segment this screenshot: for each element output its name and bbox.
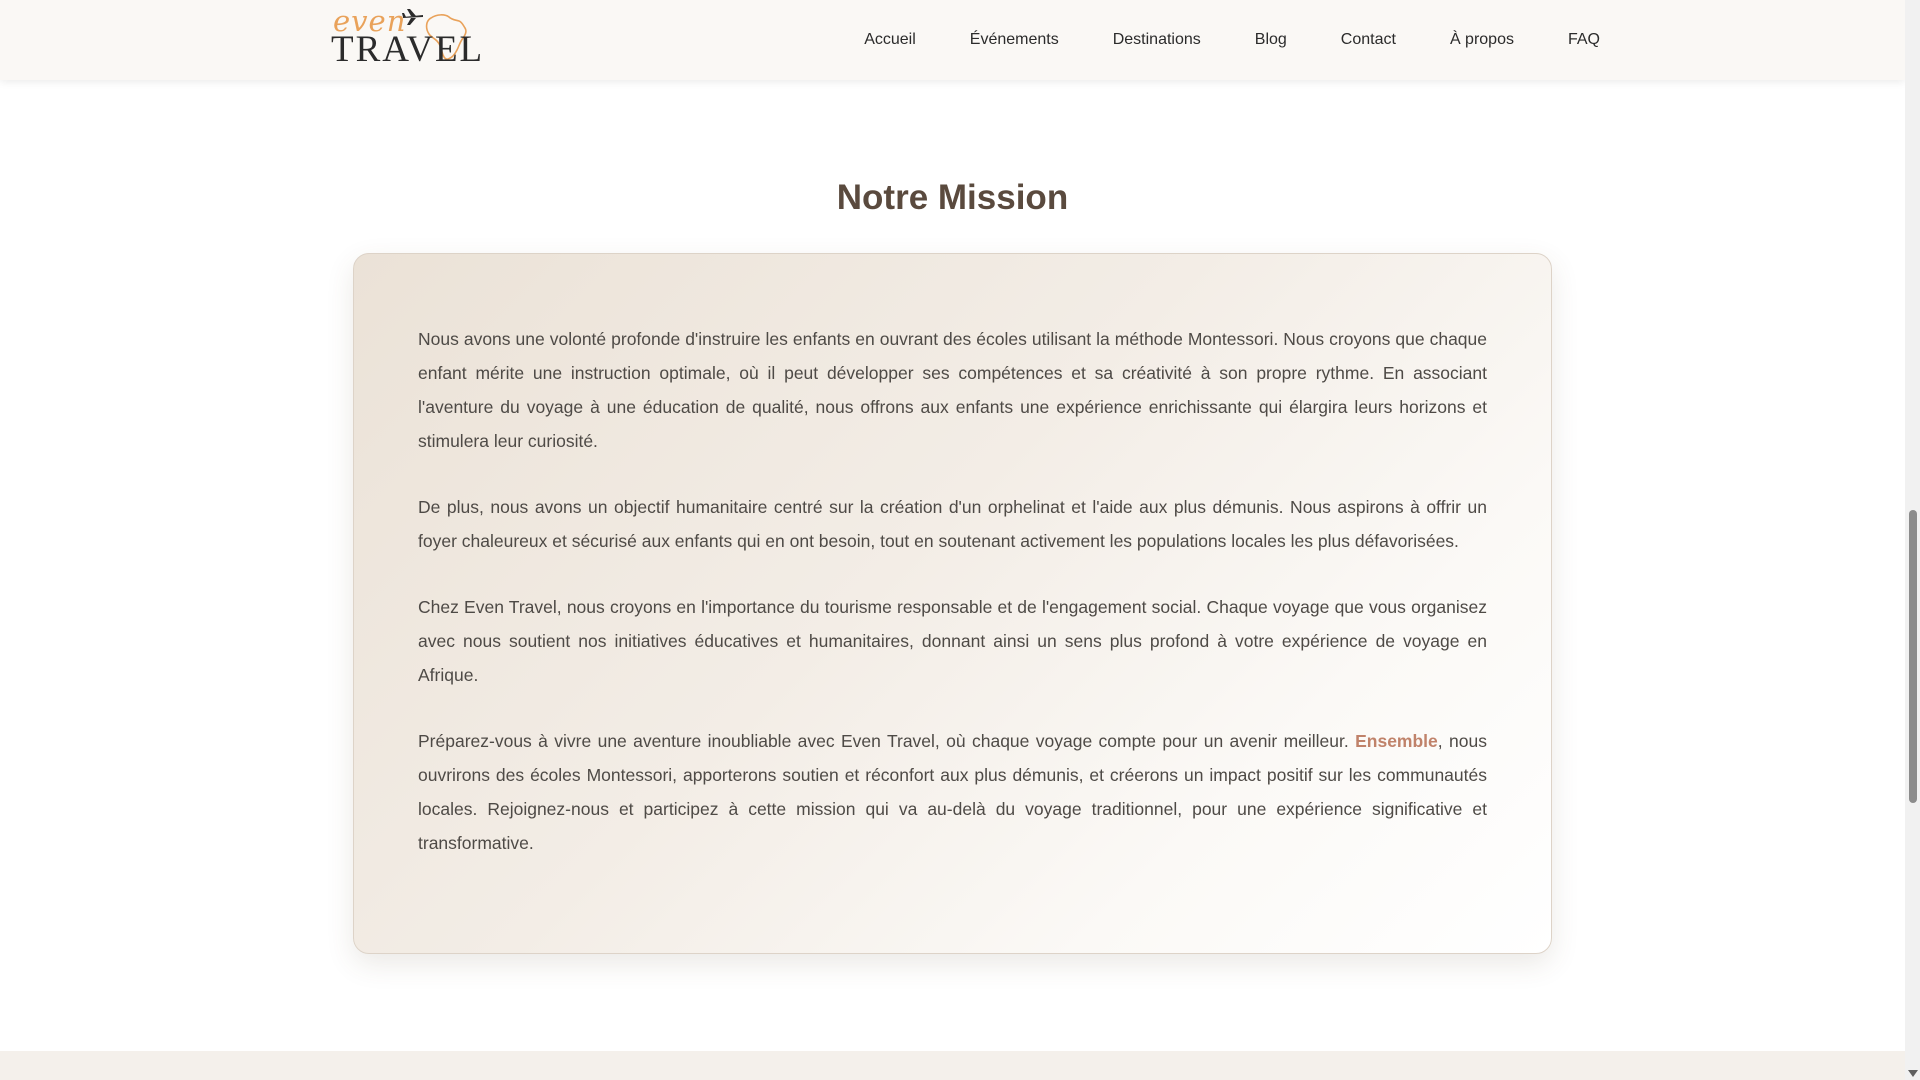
page: even TRAVEL Accueil Événements Destinati… bbox=[0, 0, 1905, 1080]
scrollbar-thumb[interactable] bbox=[1909, 510, 1917, 803]
mission-title: Notre Mission bbox=[836, 178, 1069, 217]
site-header: even TRAVEL Accueil Événements Destinati… bbox=[0, 0, 1905, 80]
mission-paragraph-4-start: Préparez-vous à vivre une aventure inoub… bbox=[418, 731, 1356, 751]
nav-item-evenements[interactable]: Événements bbox=[970, 31, 1059, 49]
logo[interactable]: even TRAVEL bbox=[330, 4, 482, 70]
nav-item-faq[interactable]: FAQ bbox=[1568, 31, 1600, 49]
nav-item-accueil[interactable]: Accueil bbox=[864, 31, 916, 49]
scroll-down-arrow-icon[interactable] bbox=[1908, 1070, 1918, 1077]
mission-paragraph-2: De plus, nous avons un objectif humanita… bbox=[418, 497, 1487, 551]
mission-paragraph-1: Nous avons une volonté profonde d'instru… bbox=[418, 329, 1487, 451]
logo-word-travel: TRAVEL bbox=[331, 29, 485, 70]
next-section-band bbox=[0, 1051, 1905, 1080]
nav-item-blog[interactable]: Blog bbox=[1255, 31, 1287, 49]
nav-item-contact[interactable]: Contact bbox=[1341, 31, 1396, 49]
mission-paragraph-4: Préparez-vous à vivre une aventure inoub… bbox=[418, 724, 1487, 860]
page-scrollbar[interactable] bbox=[1905, 0, 1920, 1080]
plane-icon bbox=[402, 9, 423, 25]
highlight-ensemble: Ensemble bbox=[1355, 731, 1438, 751]
nav-item-a-propos[interactable]: À propos bbox=[1450, 31, 1514, 49]
mission-paragraph-3: Chez Even Travel, nous croyons en l'impo… bbox=[418, 597, 1487, 685]
mission-card: Nous avons une volonté profonde d'instru… bbox=[353, 253, 1552, 954]
nav-item-destinations[interactable]: Destinations bbox=[1113, 31, 1201, 49]
main-nav: Accueil Événements Destinations Blog Con… bbox=[810, 0, 1600, 80]
